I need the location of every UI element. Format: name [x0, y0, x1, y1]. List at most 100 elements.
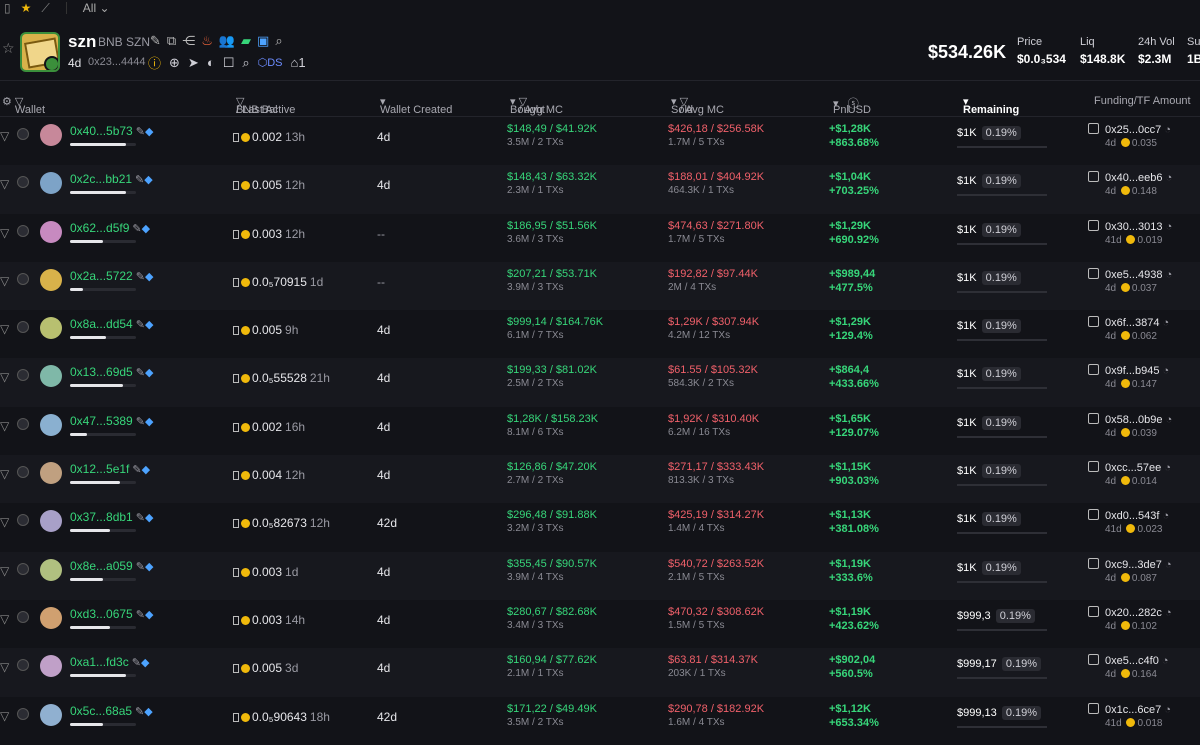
funding-cell[interactable]: 0x1c...6ce7 ◔ 41d 0.018: [1088, 702, 1171, 729]
col-bought[interactable]: Bought ▾ / Avg MC ▽: [510, 95, 563, 116]
wallet-address[interactable]: 0x8e...a059 ✎◆: [70, 559, 153, 573]
row-filter-icon[interactable]: ▽: [0, 467, 9, 481]
wallet-address[interactable]: 0x13...69d5 ✎◆: [70, 365, 153, 379]
wallet-created: --: [377, 226, 385, 241]
star-icon[interactable]: ★: [21, 1, 32, 15]
remaining-cell: $1K 0.19%: [957, 319, 1021, 334]
edit-icon[interactable]: ✎: [136, 271, 145, 283]
row-filter-icon[interactable]: ▽: [0, 419, 9, 433]
table-row[interactable]: ▽ 0x37...8db1 ✎◆ 0.0₅82673 12h 42d $296,48 / $…: [0, 503, 1200, 551]
funding-cell[interactable]: 0x9f...b945 ◔ 4d 0.147: [1088, 364, 1169, 390]
filter-icon[interactable]: ▯: [4, 1, 11, 15]
funding-cell[interactable]: 0xc9...3de7 ◔ 4d 0.087: [1088, 557, 1172, 584]
wallet-address[interactable]: 0x8a...dd54 ✎◆: [70, 317, 153, 331]
wallet-address[interactable]: 0x2c...bb21 ✎◆: [70, 172, 153, 186]
funding-cell[interactable]: 0x25...0cc7 ◔ 4d 0.035: [1088, 123, 1171, 149]
table-row[interactable]: ▽ 0x13...69d5 ✎◆ 0.0₅55528 21h 4d $199,33 / $8…: [0, 358, 1200, 407]
globe-icon[interactable]: ⊕: [169, 55, 180, 71]
share-icon[interactable]: ⋲: [182, 33, 195, 49]
telegram-icon[interactable]: ➤: [188, 55, 199, 71]
wallet-address[interactable]: 0x12...5e1f ✎◆: [70, 462, 150, 476]
edit-icon[interactable]: ✎: [132, 464, 141, 476]
edit-icon[interactable]: ✎: [136, 416, 145, 428]
row-filter-icon[interactable]: ▽: [0, 322, 9, 336]
funding-cell[interactable]: 0xcc...57ee ◔ 4d 0.014: [1088, 461, 1171, 487]
funding-cell[interactable]: 0xe5...c4f0 ◔ 4d 0.164: [1088, 654, 1169, 680]
table-row[interactable]: ▽ 0x62...d5f9 ✎◆ 0.003 12h -- $186,95 / $51.56…: [0, 214, 1200, 262]
table-row[interactable]: ▽ 0x2c...bb21 ✎◆ 0.005 12h 4d $148,43 / $63.32…: [0, 165, 1200, 214]
funding-cell[interactable]: 0x30...3013 ◔ 41d 0.019: [1088, 219, 1172, 246]
wallet-address[interactable]: 0x40...5b73 ✎◆: [70, 124, 153, 138]
funding-cell[interactable]: 0x6f...3874 ◔ 4d 0.062: [1088, 316, 1169, 342]
table-row[interactable]: ▽ 0x2a...5722 ✎◆ 0.0₅70915 1d -- $207,21 / $53…: [0, 261, 1200, 311]
edit-icon[interactable]: ✎: [136, 126, 145, 138]
col-sold[interactable]: Sold ▾ / Avg MC ▽: [671, 95, 724, 116]
favorite-star-icon[interactable]: ☆: [2, 40, 15, 57]
row-filter-icon[interactable]: ▽: [0, 660, 9, 674]
copy-icon[interactable]: ⧉: [167, 33, 176, 49]
row-filter-icon[interactable]: ▽: [0, 274, 9, 288]
edit-icon[interactable]: ✎: [132, 657, 141, 669]
row-filter-icon[interactable]: ▽: [0, 709, 9, 723]
table-row[interactable]: ▽ 0x8e...a059 ✎◆ 0.003 1d 4d $355,45 / $90.57K…: [0, 551, 1200, 600]
wallet-address[interactable]: 0x2a...5722 ✎◆: [70, 269, 153, 283]
row-filter-icon[interactable]: ▽: [0, 612, 9, 626]
edit-icon[interactable]: ✎: [132, 223, 141, 235]
funding-cell[interactable]: 0x40...eeb6 ◔ 4d 0.148: [1088, 171, 1172, 197]
tag-icon[interactable]: ▰: [241, 33, 251, 49]
col-remaining[interactable]: Remaining ▾: [963, 95, 1019, 116]
col-bal[interactable]: BNB Bal / Last Active ▽: [236, 95, 295, 116]
wallet-address[interactable]: 0x5c...68a5 ✎◆: [70, 704, 153, 718]
table-row[interactable]: ▽ 0x5c...68a5 ✎◆ 0.0₅90643 18h 42d $171,22 / $…: [0, 697, 1200, 745]
table-row[interactable]: ▽ 0x8a...dd54 ✎◆ 0.005 9h 4d $999,14 / $164.76…: [0, 310, 1200, 358]
table-row[interactable]: ▽ 0xa1...fd3c ✎◆ 0.005 3d 4d $160,94 / $77.62K…: [0, 648, 1200, 697]
table-row[interactable]: ▽ 0x40...5b73 ✎◆ 0.002 13h 4d $148,49 / $41.92…: [0, 117, 1200, 165]
info-icon: ◔: [1164, 124, 1171, 136]
funding-cell[interactable]: 0xe5...4938 ◔ 4d 0.037: [1088, 267, 1172, 294]
wallet-address[interactable]: 0xd3...0675 ✎◆: [70, 607, 153, 621]
table-row[interactable]: ▽ 0x12...5e1f ✎◆ 0.004 12h 4d $126,86 / $47.20…: [0, 455, 1200, 504]
col-created[interactable]: Wallet Created ▾: [380, 95, 452, 116]
col-pnl[interactable]: Pnl ▾ USD ⓢ: [833, 95, 871, 116]
funding-cell[interactable]: 0xd0...543f ◔ 41d 0.023: [1088, 509, 1169, 535]
edit-icon[interactable]: ✎: [136, 319, 145, 331]
edit-icon[interactable]: ✎: [136, 512, 145, 524]
row-filter-icon[interactable]: ▽: [0, 226, 9, 240]
row-filter-icon[interactable]: ▽: [0, 564, 9, 578]
table-row[interactable]: ▽ 0x47...5389 ✎◆ 0.002 16h 4d $1,28K / $158.23…: [0, 407, 1200, 455]
edit-icon[interactable]: ✎: [136, 609, 145, 621]
row-filter-icon[interactable]: ▽: [0, 370, 9, 384]
dex-icon[interactable]: ◐: [207, 55, 215, 70]
chart-icon[interactable]: ⟋: [41, 1, 49, 16]
users-icon[interactable]: 👥: [219, 33, 235, 49]
dexscreener-link[interactable]: ⬡DS: [258, 56, 283, 69]
col-wallet[interactable]: ⚙ Wallet ▽: [2, 95, 45, 116]
edit-icon[interactable]: ✎: [135, 706, 144, 718]
fire-icon[interactable]: ♨: [201, 33, 213, 49]
avatar: [40, 124, 62, 146]
wallet-address[interactable]: 0x62...d5f9 ✎◆: [70, 221, 150, 235]
row-filter-icon[interactable]: ▽: [0, 177, 9, 191]
wallet-address[interactable]: 0xa1...fd3c ✎◆: [70, 655, 149, 669]
wallet-address[interactable]: 0x37...8db1 ✎◆: [70, 510, 153, 524]
search-icon[interactable]: ⌕: [275, 33, 282, 49]
filter-dropdown[interactable]: All ⌄: [83, 1, 110, 15]
row-filter-icon[interactable]: ▽: [0, 515, 9, 529]
comment-icon[interactable]: ☐: [223, 55, 235, 71]
edit-icon[interactable]: ✎: [135, 174, 144, 186]
search-link-icon[interactable]: ⌕: [242, 55, 249, 71]
chat-icon[interactable]: ▣: [257, 33, 269, 49]
holders-icon[interactable]: ⌂1: [291, 55, 306, 70]
wallet-address[interactable]: 0x47...5389 ✎◆: [70, 414, 153, 428]
funding-cell[interactable]: 0x58...0b9e ◔ 4d 0.039: [1088, 412, 1172, 439]
funding-cell[interactable]: 0x20...282c ◔ 4d 0.102: [1088, 605, 1172, 632]
bought-cell: $160,94 / $77.62K 2.1M / 1 TXs: [507, 654, 597, 680]
warning-icon[interactable]: ⓘ: [148, 53, 161, 72]
col-funding[interactable]: Funding/TF Amount: [1094, 95, 1191, 107]
table-row[interactable]: ▽ 0xd3...0675 ✎◆ 0.003 14h 4d $280,67 / $82.68…: [0, 600, 1200, 648]
edit-icon[interactable]: ✎: [150, 33, 161, 49]
edit-icon[interactable]: ✎: [136, 367, 145, 379]
edit-icon[interactable]: ✎: [136, 561, 145, 573]
token-address[interactable]: 0x23...4444: [88, 56, 146, 68]
row-filter-icon[interactable]: ▽: [0, 129, 9, 143]
